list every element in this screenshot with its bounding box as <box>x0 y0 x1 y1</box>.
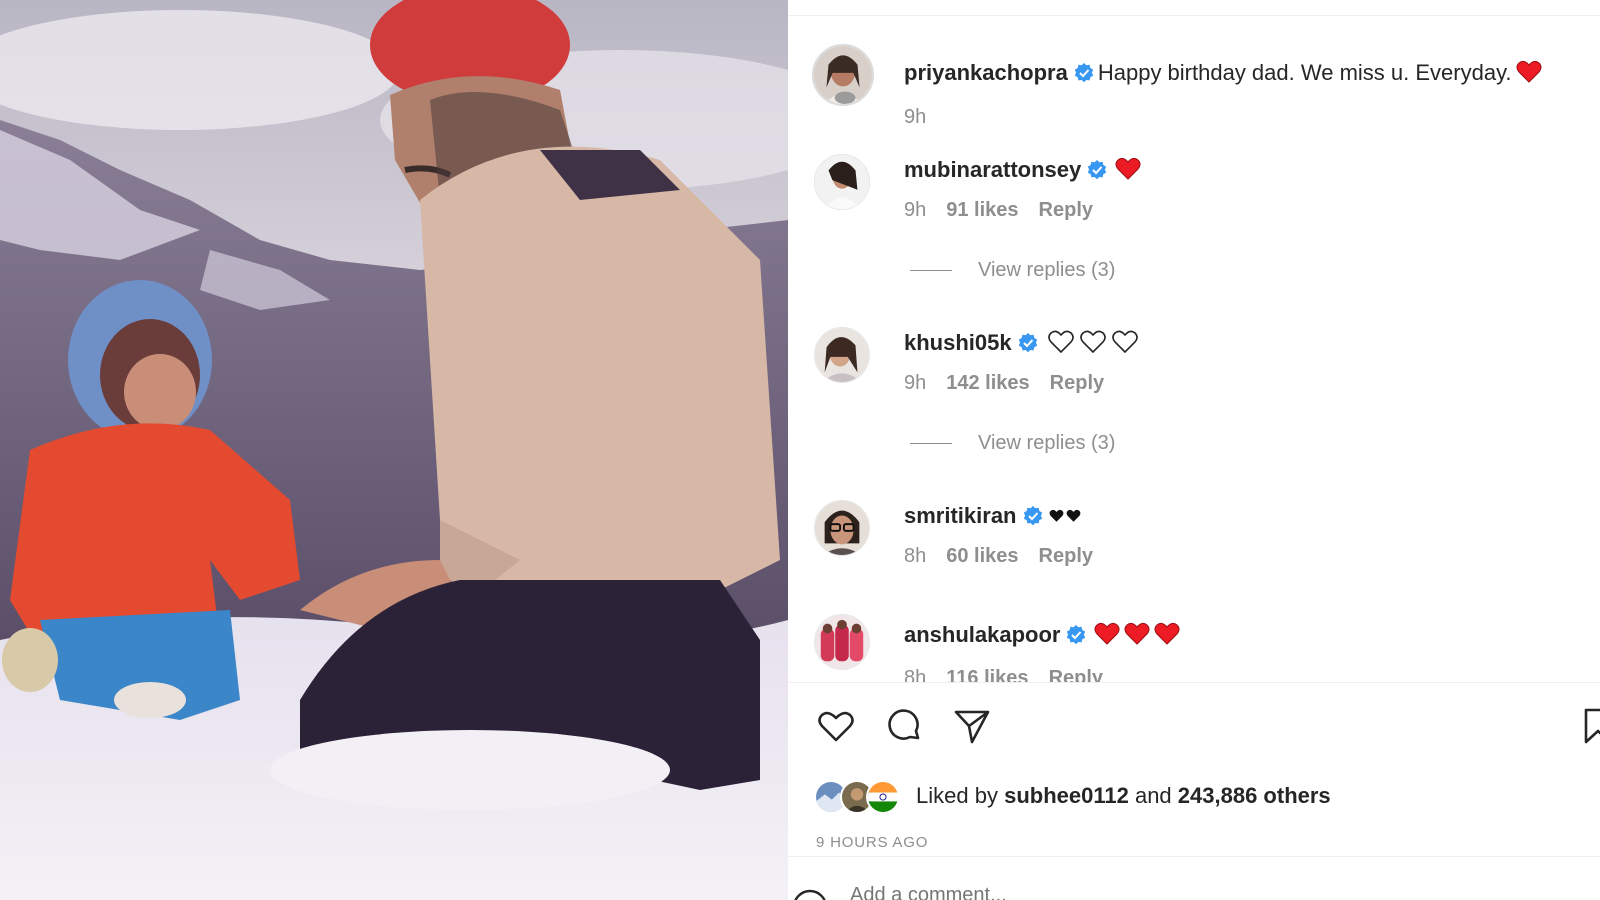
white-heart-emoji-icon <box>1079 330 1106 354</box>
commenter-username[interactable]: khushi05k <box>904 330 1012 355</box>
like-icon <box>818 711 854 742</box>
actions-divider <box>788 682 1600 683</box>
heart-emoji-icon <box>1124 622 1150 645</box>
verified-icon <box>1074 63 1094 83</box>
commenter-username[interactable]: mubinarattonsey <box>904 157 1081 182</box>
heart-emoji-icon <box>1516 60 1542 83</box>
emoji-icon[interactable] <box>790 887 830 900</box>
comment-time: 8h <box>904 667 927 682</box>
comment-time: 9h <box>904 372 927 394</box>
comment-likes[interactable]: 60 likes <box>946 545 1018 567</box>
share-button[interactable] <box>952 706 992 746</box>
liked-by-prefix: Liked by <box>916 783 998 808</box>
comments-panel: priyankachopra Happy birthday dad. We mis… <box>788 0 1600 900</box>
liked-by-text: Liked by subhee0112 and 243,886 others <box>916 776 1331 816</box>
view-replies-button[interactable]: View replies (3) <box>910 431 1115 455</box>
white-heart-emoji-icon <box>1111 330 1138 354</box>
verified-icon <box>1067 625 1086 645</box>
commenter-avatar[interactable] <box>814 327 870 383</box>
like-button[interactable] <box>816 706 856 746</box>
heart-emoji-icon <box>1154 622 1180 645</box>
reply-button[interactable]: Reply <box>1050 372 1104 394</box>
commenter-avatar[interactable] <box>814 614 870 670</box>
caption-time: 9h <box>904 106 927 128</box>
liked-by-others[interactable]: 243,886 others <box>1178 783 1331 808</box>
replies-dash <box>910 443 952 445</box>
comment-time: 9h <box>904 199 927 221</box>
black-heart-emoji-icon <box>1066 509 1080 522</box>
white-heart-emoji-icon <box>1047 330 1074 354</box>
verified-icon <box>1088 160 1107 180</box>
add-comment-input[interactable] <box>848 883 1452 900</box>
comment-likes[interactable]: 142 likes <box>946 372 1029 394</box>
commenter-username[interactable]: anshulakapoor <box>904 622 1060 647</box>
view-replies-button[interactable]: View replies (3) <box>910 258 1115 282</box>
commenter-avatar[interactable] <box>814 154 870 210</box>
comment-likes[interactable]: 116 likes <box>946 667 1028 682</box>
author-avatar[interactable] <box>812 44 874 106</box>
verified-icon <box>1018 333 1037 353</box>
comment-list[interactable]: priyankachopra Happy birthday dad. We mis… <box>788 16 1600 682</box>
reply-button[interactable]: Reply <box>1049 667 1103 682</box>
heart-emoji-icon <box>1115 157 1141 180</box>
reply-button[interactable]: Reply <box>1039 199 1093 221</box>
comment-icon <box>888 709 920 740</box>
commenter-username[interactable]: smritikiran <box>904 503 1017 528</box>
author-username[interactable]: priyankachopra <box>904 60 1068 85</box>
save-icon <box>1584 708 1600 744</box>
reply-button[interactable]: Reply <box>1039 545 1093 567</box>
black-heart-emoji-icon <box>1049 509 1063 522</box>
instagram-post-view: priyankachopra Happy birthday dad. We mis… <box>0 0 1600 900</box>
save-button[interactable] <box>1578 706 1600 746</box>
view-replies-label: View replies (3) <box>978 259 1116 281</box>
liked-by-and: and <box>1134 783 1172 808</box>
post-timestamp[interactable]: 9 HOURS AGO <box>816 834 928 851</box>
action-bar <box>788 700 1600 750</box>
liker-avatar <box>866 780 900 814</box>
comment-time: 8h <box>904 545 927 567</box>
caption-text: Happy birthday dad. We miss u. Everyday. <box>1097 60 1512 85</box>
liker-avatars <box>814 780 914 814</box>
comment-button[interactable] <box>884 706 924 746</box>
liked-by-user[interactable]: subhee0112 <box>1004 783 1129 808</box>
post-photo <box>0 0 788 900</box>
commenter-avatar[interactable] <box>814 500 870 556</box>
view-replies-label: View replies (3) <box>978 432 1116 454</box>
add-comment-bar <box>788 856 1600 900</box>
comment-likes[interactable]: 91 likes <box>946 199 1018 221</box>
verified-icon <box>1023 506 1042 526</box>
replies-dash <box>910 270 952 272</box>
heart-emoji-icon <box>1094 622 1120 645</box>
share-icon <box>954 710 990 744</box>
